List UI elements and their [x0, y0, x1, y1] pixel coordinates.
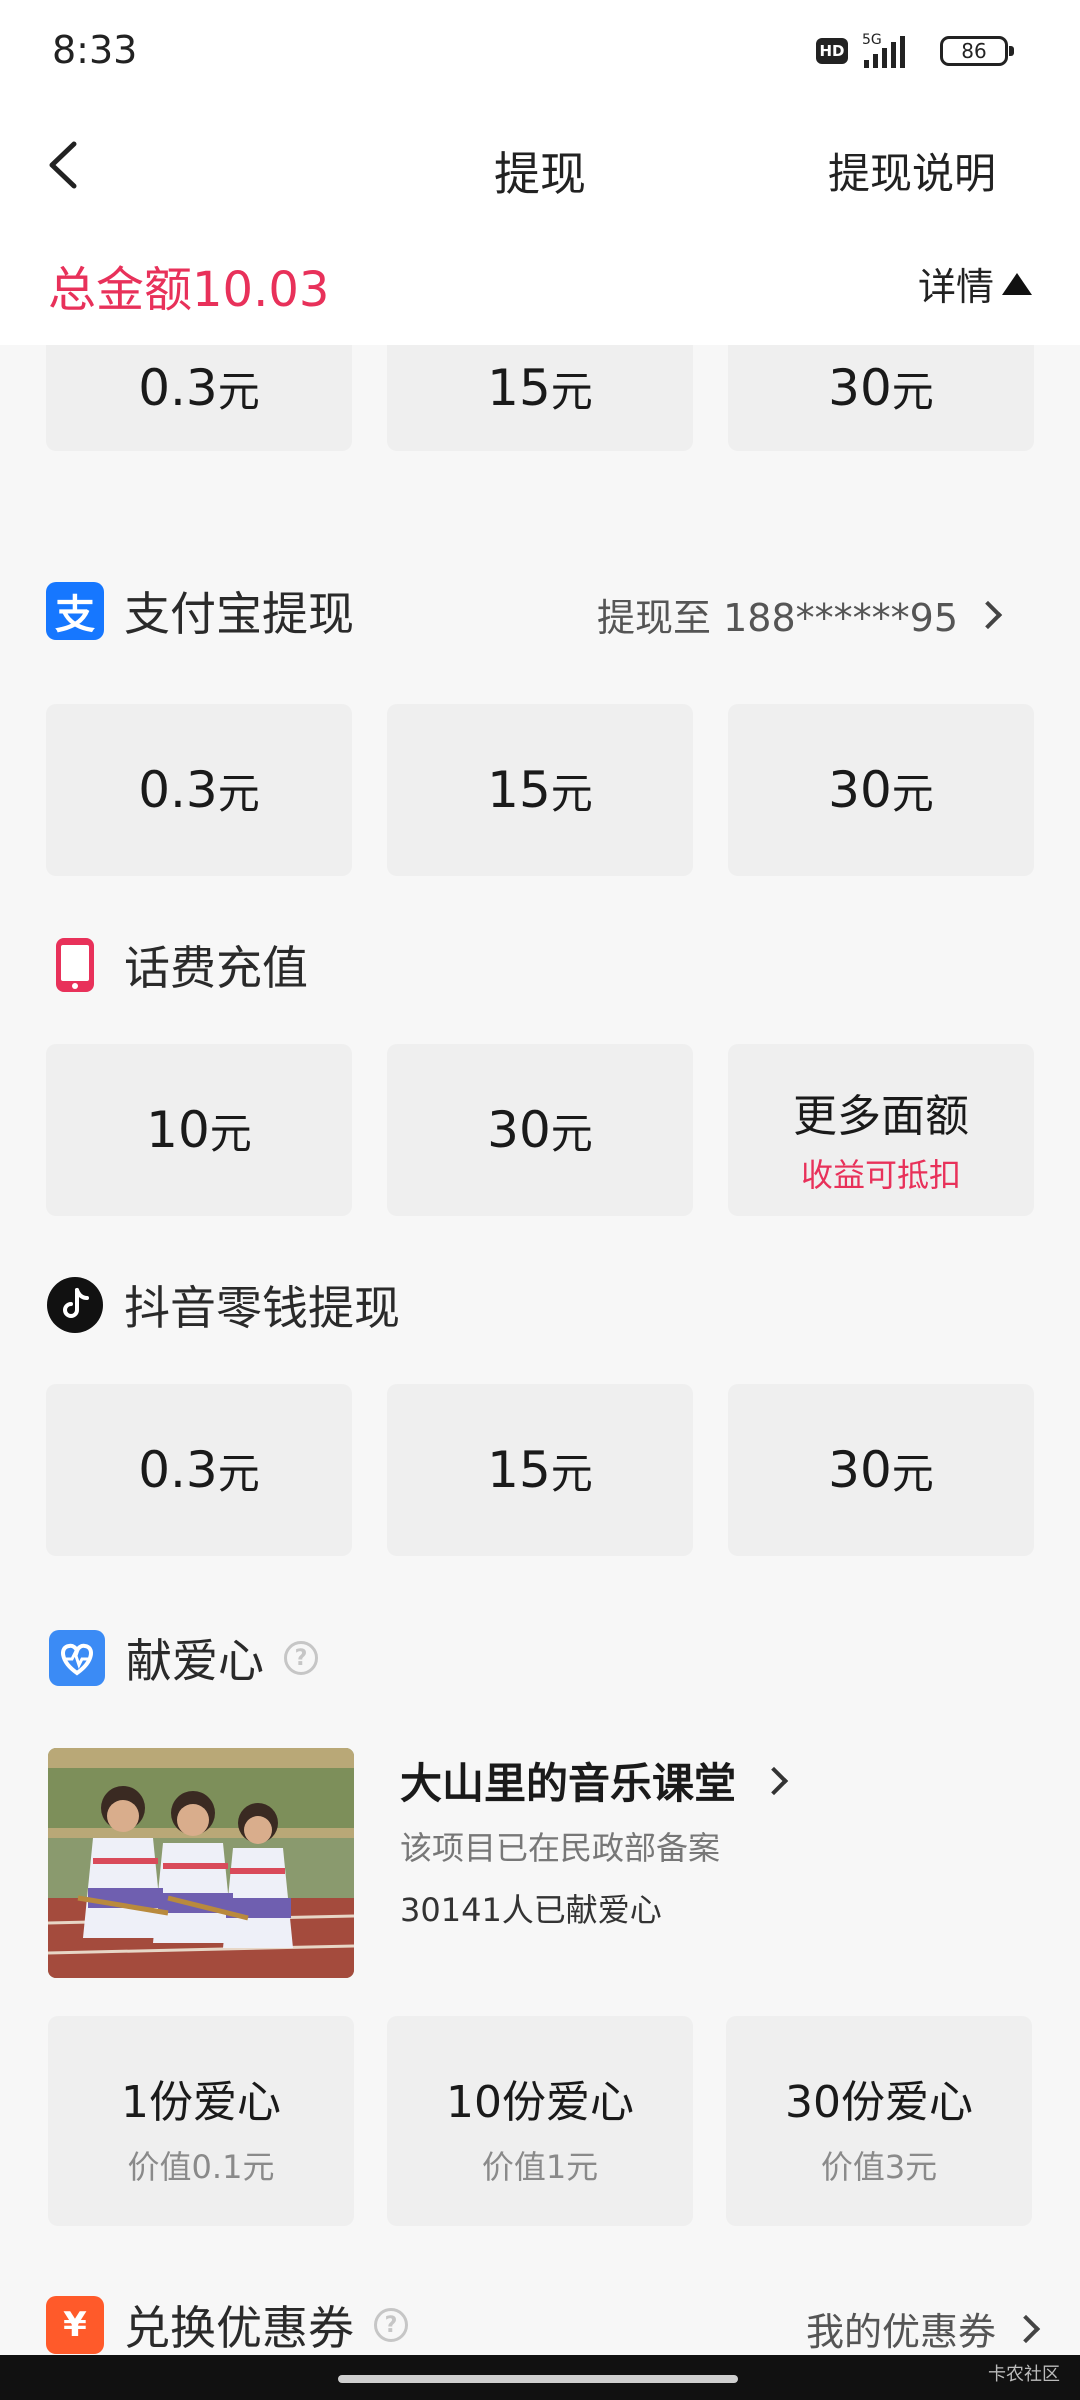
alipay-amount-tile[interactable]: 30 元 — [728, 704, 1034, 876]
detail-label: 详情 — [917, 265, 994, 309]
amount-unit: 元 — [891, 768, 934, 818]
amount-tile[interactable]: 30 元 — [728, 345, 1034, 451]
amount-value: 30 — [487, 1101, 551, 1159]
amount-value: 0.3 — [138, 359, 218, 417]
my-coupons-link[interactable]: 我的优惠券 — [805, 2301, 1041, 2355]
donation-tile[interactable]: 30份爱心 价值3元 — [726, 2016, 1032, 2226]
total-bar: 总金额10.03 详情 — [0, 230, 1080, 345]
more-denominations-label: 更多面额 — [793, 1091, 969, 1142]
amount-unit: 元 — [891, 1448, 934, 1498]
amount-value: 15 — [487, 1441, 551, 1499]
watermark: 卡农社区 — [988, 2364, 1060, 2385]
more-denominations-tile[interactable]: 更多面额 收益可抵扣 — [728, 1044, 1034, 1216]
amount-unit: 元 — [891, 366, 934, 416]
heart-chart-icon — [49, 1630, 105, 1686]
coupon-icon: ¥ — [46, 2296, 104, 2354]
withdraw-help-link[interactable]: 提现说明 — [828, 140, 996, 201]
alipay-account-link[interactable]: 提现至 188******95 — [597, 587, 1003, 642]
phone-title: 话费充值 — [124, 941, 308, 995]
amount-tile[interactable]: 0.3 元 — [46, 345, 352, 451]
amount-value: 10 — [146, 1101, 210, 1159]
help-circle-icon[interactable]: ? — [284, 1641, 318, 1675]
tiktok-icon — [47, 1277, 103, 1333]
amount-unit: 元 — [217, 366, 260, 416]
recharge-amount-tile[interactable]: 10 元 — [46, 1044, 352, 1216]
alipay-section-header: 支 支付宝提现 — [46, 581, 354, 641]
douyin-title: 抖音零钱提现 — [124, 1281, 400, 1335]
charity-section-header: 献爱心 ? — [48, 1628, 318, 1688]
donation-label: 30份爱心 — [785, 2077, 973, 2128]
donation-label: 10份爱心 — [446, 2077, 634, 2128]
total-amount: 总金额10.03 — [48, 262, 330, 318]
donation-value: 价值0.1元 — [127, 2148, 275, 2186]
douyin-section-header: 抖音零钱提现 — [46, 1275, 400, 1335]
donation-tile[interactable]: 10份爱心 价值1元 — [387, 2016, 693, 2226]
donation-value: 价值3元 — [820, 2148, 938, 2186]
charity-title: 献爱心 — [126, 1634, 264, 1688]
amount-value: 0.3 — [138, 761, 218, 819]
battery-icon: 86 — [940, 36, 1014, 66]
chevron-right-icon — [759, 1766, 789, 1795]
douyin-amount-tile[interactable]: 15 元 — [387, 1384, 693, 1556]
donation-tile[interactable]: 1份爱心 价值0.1元 — [48, 2016, 354, 2226]
home-indicator[interactable] — [338, 2375, 738, 2383]
network-label: 5G — [862, 32, 882, 48]
recharge-amount-tile[interactable]: 30 元 — [387, 1044, 693, 1216]
amount-tile[interactable]: 15 元 — [387, 345, 693, 451]
signal-icon: 5G — [862, 32, 905, 68]
triangle-up-icon — [1002, 272, 1032, 295]
coupon-title: 兑换优惠券 — [124, 2301, 354, 2355]
charity-project-link[interactable]: 大山里的音乐课堂 — [400, 1750, 789, 1811]
charity-project-note: 该项目已在民政部备案 — [400, 1829, 721, 1867]
charity-project-title: 大山里的音乐课堂 — [400, 1759, 737, 1808]
alipay-title: 支付宝提现 — [124, 587, 354, 641]
amount-unit: 元 — [550, 366, 593, 416]
amount-value: 15 — [487, 359, 551, 417]
phone-icon — [56, 938, 94, 992]
phone-section-header: 话费充值 — [46, 935, 308, 995]
nav-bar: 提现 提现说明 — [0, 100, 1080, 230]
amount-unit: 元 — [550, 1108, 593, 1158]
donation-label: 1份爱心 — [121, 2077, 281, 2128]
charity-project-image[interactable] — [48, 1748, 354, 1978]
hd-icon: HD — [816, 38, 848, 64]
my-coupons-label: 我的优惠券 — [805, 2310, 996, 2354]
status-time: 8:33 — [52, 28, 138, 72]
amount-unit: 元 — [217, 1448, 260, 1498]
amount-value: 0.3 — [138, 1441, 218, 1499]
amount-unit: 元 — [209, 1108, 252, 1158]
alipay-amount-tile[interactable]: 0.3 元 — [46, 704, 352, 876]
chevron-right-icon — [1011, 2314, 1041, 2343]
donation-value: 价值1元 — [481, 2148, 599, 2186]
amount-value: 30 — [828, 1441, 892, 1499]
amount-value: 30 — [828, 761, 892, 819]
douyin-amount-tile[interactable]: 30 元 — [728, 1384, 1034, 1556]
deductible-note: 收益可抵扣 — [800, 1156, 961, 1194]
coupon-section-header: ¥ 兑换优惠券 ? — [46, 2295, 408, 2355]
amount-value: 30 — [828, 359, 892, 417]
amount-unit: 元 — [550, 768, 593, 818]
children-photo — [48, 1748, 354, 1978]
douyin-amount-tile[interactable]: 0.3 元 — [46, 1384, 352, 1556]
chevron-right-icon — [973, 600, 1003, 629]
detail-toggle-button[interactable]: 详情 — [918, 256, 1032, 311]
alipay-icon: 支 — [46, 582, 104, 640]
alipay-amount-tile[interactable]: 15 元 — [387, 704, 693, 876]
amount-unit: 元 — [550, 1448, 593, 1498]
content-area[interactable]: 0.3 元 15 元 30 元 支 支付宝提现 提现至 188******95 0.3… — [0, 345, 1080, 2355]
help-circle-icon[interactable]: ? — [374, 2308, 408, 2342]
status-bar: 8:33 HD 5G 86 — [0, 0, 1080, 100]
charity-donor-count: 30141人已献爱心 — [400, 1891, 662, 1929]
amount-value: 15 — [487, 761, 551, 819]
alipay-account-label: 提现至 188******95 — [597, 596, 958, 640]
amount-unit: 元 — [217, 768, 260, 818]
